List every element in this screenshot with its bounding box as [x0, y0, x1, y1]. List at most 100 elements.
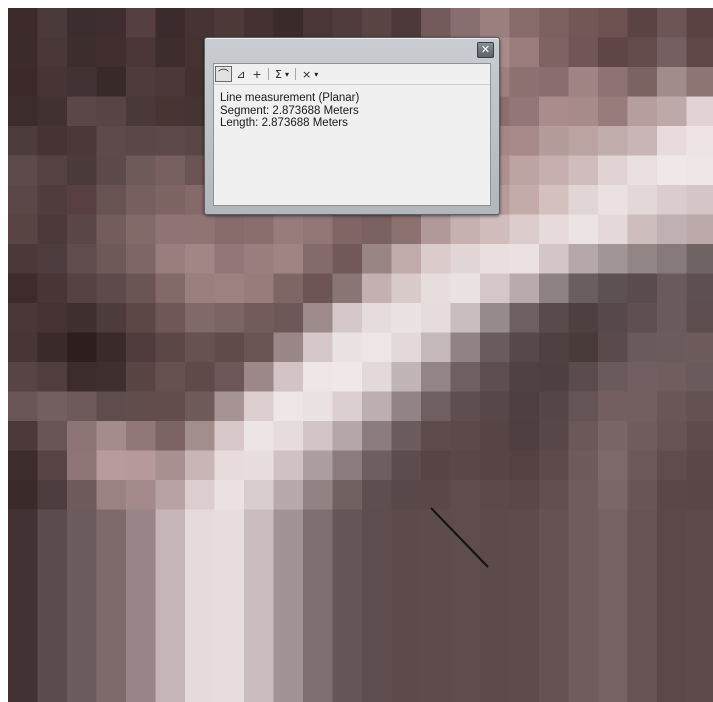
raster-cell — [362, 332, 393, 363]
raster-cell — [96, 67, 127, 98]
raster-cell — [391, 391, 422, 422]
raster-cell — [67, 244, 98, 275]
raster-cell — [185, 332, 216, 363]
raster-cell — [568, 67, 599, 98]
raster-cell — [450, 391, 481, 422]
raster-cell — [539, 214, 570, 245]
raster-cell — [657, 480, 688, 511]
raster-cell — [568, 8, 599, 39]
raster-cell — [214, 450, 245, 481]
raster-cell — [37, 332, 68, 363]
raster-cell — [686, 480, 713, 511]
raster-cell — [598, 480, 629, 511]
raster-cell — [686, 509, 713, 540]
raster-cell — [627, 96, 658, 127]
raster-cell — [598, 214, 629, 245]
raster-cell — [568, 391, 599, 422]
close-button[interactable]: ✕ — [477, 42, 494, 58]
raster-cell — [214, 480, 245, 511]
raster-cell — [509, 509, 540, 540]
raster-cell — [67, 126, 98, 157]
raster-cell — [450, 244, 481, 275]
raster-cell — [155, 244, 186, 275]
raster-cell — [67, 332, 98, 363]
measure-window-content: ⌒ ⊿ + Σ ▾ × ▾ Line measurement (Planar) … — [213, 63, 491, 206]
raster-cell — [126, 509, 157, 540]
raster-cell — [421, 509, 452, 540]
raster-cell — [8, 509, 39, 540]
raster-cell — [509, 37, 540, 68]
sum-button[interactable]: Σ ▾ — [273, 66, 291, 82]
raster-cell — [273, 273, 304, 304]
raster-cell — [332, 303, 363, 334]
raster-cell — [657, 214, 688, 245]
raster-cell — [362, 303, 393, 334]
raster-cell — [67, 391, 98, 422]
raster-cell — [96, 37, 127, 68]
raster-cell — [332, 362, 363, 393]
raster-cell — [8, 155, 39, 186]
raster-cell — [214, 303, 245, 334]
raster-cell — [8, 37, 39, 68]
raster-cell — [126, 8, 157, 39]
raster-cell — [362, 421, 393, 452]
raster-cell — [303, 391, 334, 422]
raster-cell — [155, 273, 186, 304]
raster-cell — [480, 8, 511, 39]
raster-cell — [126, 37, 157, 68]
measure-area-icon: ⊿ — [236, 67, 246, 81]
chevron-down-icon: ▾ — [314, 69, 319, 79]
raster-cell — [96, 421, 127, 452]
raster-cell — [391, 421, 422, 452]
raster-cell — [539, 8, 570, 39]
raster-cell — [598, 421, 629, 452]
raster-cell — [155, 37, 186, 68]
raster-cell — [273, 450, 304, 481]
raster-cell — [657, 8, 688, 39]
raster-cell — [8, 539, 39, 702]
measure-line-button[interactable]: ⌒ — [215, 66, 232, 82]
raster-cell — [539, 303, 570, 334]
raster-cell — [155, 391, 186, 422]
raster-cell — [627, 332, 658, 363]
raster-cell — [244, 244, 275, 275]
raster-cell — [214, 8, 245, 39]
raster-cell — [96, 8, 127, 39]
raster-cell — [244, 332, 275, 363]
raster-cell — [185, 391, 216, 422]
raster-cell — [96, 244, 127, 275]
raster-cell — [539, 509, 570, 540]
raster-cell — [126, 96, 157, 127]
clear-button[interactable]: × ▾ — [300, 66, 320, 82]
raster-cell — [244, 8, 275, 39]
raster-cell — [362, 273, 393, 304]
raster-cell — [244, 509, 275, 540]
raster-cell — [480, 303, 511, 334]
raster-cell — [67, 155, 98, 186]
raster-cell — [8, 391, 39, 422]
raster-cell — [627, 509, 658, 540]
raster-cell — [155, 421, 186, 452]
raster-cell — [303, 362, 334, 393]
raster-cell — [509, 539, 540, 702]
raster-cell — [598, 450, 629, 481]
raster-cell — [126, 332, 157, 363]
raster-cell — [686, 273, 713, 304]
raster-cell — [273, 480, 304, 511]
raster-cell — [568, 480, 599, 511]
raster-cell — [509, 214, 540, 245]
raster-cell — [627, 214, 658, 245]
raster-cell — [598, 332, 629, 363]
raster-cell — [450, 332, 481, 363]
raster-cell — [627, 37, 658, 68]
raster-cell — [421, 480, 452, 511]
measure-area-button[interactable]: ⊿ — [234, 66, 248, 82]
raster-cell — [332, 421, 363, 452]
measure-feature-button[interactable]: + — [250, 66, 264, 82]
raster-cell — [391, 8, 422, 39]
raster-cell — [155, 8, 186, 39]
raster-cell — [8, 303, 39, 334]
raster-cell — [155, 96, 186, 127]
raster-cell — [8, 8, 39, 39]
raster-cell — [480, 244, 511, 275]
